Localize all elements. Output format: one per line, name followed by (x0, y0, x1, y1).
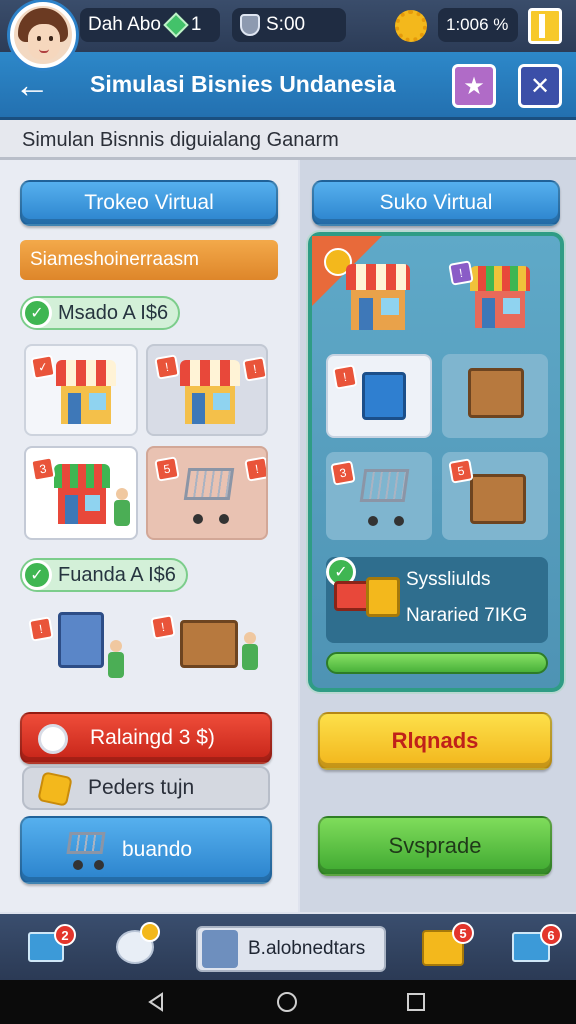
shop-icon (202, 930, 238, 968)
gem-icon (163, 12, 189, 38)
star-button[interactable]: ★ (452, 64, 496, 108)
item-tile[interactable] (442, 354, 548, 438)
system-nav-bar (0, 980, 576, 1024)
notification-badge: 2 (54, 924, 76, 946)
back-arrow-icon[interactable]: ← (14, 64, 50, 106)
coin-icon (140, 922, 160, 942)
yellow-action-button[interactable]: Rlqnads (318, 712, 552, 770)
center-nav-label: B.alobnedtars (248, 938, 366, 959)
crate-icon (468, 368, 524, 418)
gear-icon[interactable] (395, 10, 427, 42)
avatar-eye (37, 36, 41, 41)
tile-tag: 5 (154, 456, 180, 482)
item-tile[interactable]: ✓ (24, 344, 138, 436)
section-2-label: Fuanda A I$6 (58, 563, 176, 586)
package-icon (366, 577, 400, 617)
percent-value: 1:006 % (446, 15, 509, 34)
shield-pill[interactable]: S:00 (232, 8, 346, 42)
red-button-label: Ralaingd 3 $) (90, 726, 215, 749)
person-icon (108, 640, 124, 678)
tile-tag: ! (242, 356, 266, 382)
blue-button-label: buando (122, 838, 193, 861)
tile-tag: ! (332, 364, 358, 390)
shield-icon (240, 14, 260, 36)
orange-banner: Siameshoinerraasm (20, 240, 278, 280)
stat-line-1: Syssliulds (406, 569, 491, 590)
section-header-2: ✓ Fuanda A I$6 (20, 558, 188, 592)
item-tile[interactable]: 5 (442, 452, 548, 540)
store-icon[interactable] (346, 264, 410, 330)
player-avatar[interactable] (10, 2, 76, 68)
tile-tag: ! (28, 616, 54, 642)
person-icon (242, 632, 258, 670)
gem-count: 1 (190, 14, 202, 35)
page-title: Simulasi Bisnies Undanesia (90, 71, 396, 97)
tile-tag: 3 (330, 460, 356, 486)
coin-icon (38, 724, 68, 754)
shopping-cart-icon (354, 462, 418, 528)
green-action-button[interactable]: Svsprade (318, 816, 552, 876)
home-nav-icon[interactable] (276, 991, 298, 1013)
title-bar: ← Simulasi Bisnies Undanesia ★ ✕ (0, 52, 576, 120)
close-button[interactable]: ✕ (518, 64, 562, 108)
market-stall-icon[interactable] (180, 620, 238, 668)
blue-action-button[interactable]: buando (20, 816, 272, 884)
tile-tag: ✓ (30, 354, 56, 380)
item-tile[interactable]: 3 (326, 452, 432, 540)
store-icon (180, 360, 240, 424)
section-header-1: ✓ Msado A I$6 (20, 296, 181, 330)
check-icon: ✓ (22, 298, 52, 328)
check-icon: ✓ (22, 560, 52, 590)
tile-tag: 3 (30, 456, 56, 482)
recents-nav-icon[interactable] (406, 992, 426, 1012)
ticket-icon (37, 771, 73, 807)
item-tile[interactable]: 5 ! (146, 446, 268, 540)
shop-icon (54, 464, 110, 524)
player-name: Dah Abo (88, 14, 161, 35)
store-icon (56, 360, 116, 424)
player-info-pill[interactable]: Dah Abo 1 (80, 8, 220, 42)
card-icon[interactable] (528, 8, 562, 44)
atm-icon[interactable] (58, 612, 104, 668)
red-action-button[interactable]: Ralaingd 3 $) (20, 712, 272, 764)
back-nav-icon[interactable] (146, 992, 166, 1012)
tile-tag: ! (244, 456, 266, 482)
bin-icon (362, 372, 406, 420)
person-icon (114, 488, 130, 526)
item-tile[interactable]: ! (326, 354, 432, 438)
tile-tag: ! (448, 260, 474, 286)
tile-tag: 5 (448, 458, 474, 484)
percent-pill: 1:006 % (438, 8, 518, 42)
counter-icon (470, 474, 526, 524)
truck-icon (334, 581, 370, 611)
store-icon[interactable] (470, 266, 530, 328)
grey-button-label: Peders tujn (88, 776, 195, 799)
stat-card: ✓ Syssliulds Nararied 7IKG (326, 557, 548, 643)
section-1-label: Msado A I$6 (58, 301, 169, 324)
progress-bar (326, 652, 548, 674)
grey-action-button[interactable]: Peders tujn (22, 766, 270, 810)
avatar-eye (49, 36, 53, 41)
tile-tag: ! (150, 614, 176, 640)
notification-badge: 5 (452, 922, 474, 944)
shopping-cart-icon (62, 828, 114, 872)
subtitle-text: Simulan Bisnnis diguialang Ganarm (22, 129, 339, 151)
stat-line-2: Nararied 7IKG (406, 605, 528, 626)
shopping-cart-icon (178, 462, 244, 526)
tab-suko-virtual[interactable]: Suko Virtual (312, 180, 560, 226)
item-tile[interactable]: ! ! (146, 344, 268, 436)
item-tile[interactable]: 3 (24, 446, 138, 540)
center-nav-button[interactable]: B.alobnedtars (196, 926, 386, 972)
avatar-face (28, 24, 60, 60)
subtitle-bar: Simulan Bisnnis diguialang Ganarm (0, 120, 576, 160)
tile-tag: ! (154, 354, 180, 380)
notification-badge: 6 (540, 924, 562, 946)
shield-value: S:00 (266, 14, 306, 35)
tab-trokeo-virtual[interactable]: Trokeo Virtual (20, 180, 278, 226)
